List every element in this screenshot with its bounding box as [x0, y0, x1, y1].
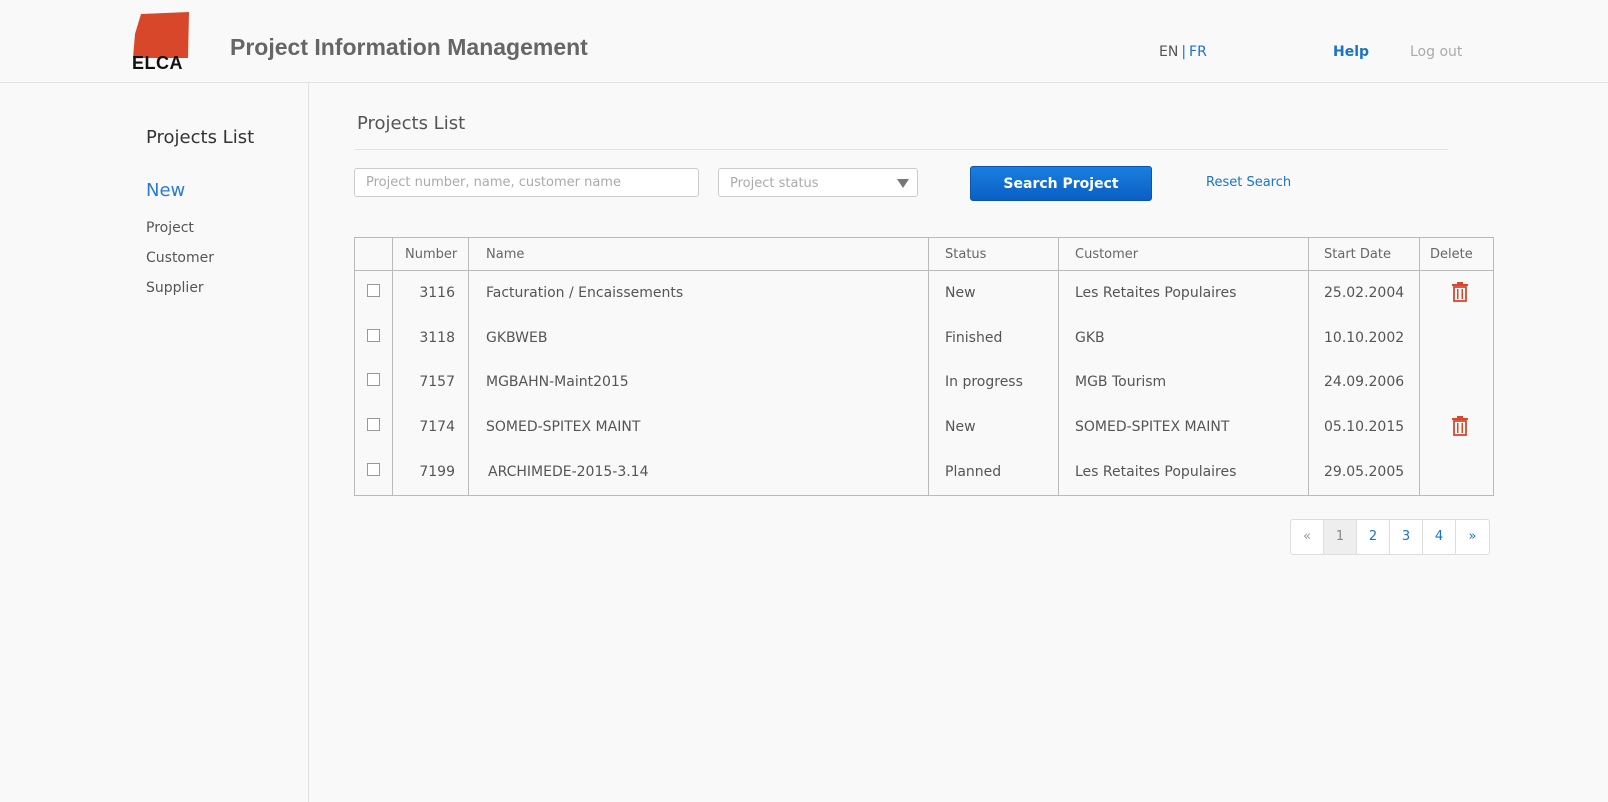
row-checkbox[interactable]: [367, 418, 380, 431]
pagination-prev[interactable]: «: [1291, 520, 1324, 554]
pagination-page[interactable]: 4: [1423, 520, 1456, 554]
logout-link[interactable]: Log out: [1410, 44, 1462, 60]
page-title: Projects List: [357, 113, 466, 134]
row-checkbox[interactable]: [367, 284, 380, 297]
lang-fr-link[interactable]: FR: [1189, 44, 1207, 60]
project-customer: Les Retaites Populaires: [1075, 285, 1237, 301]
project-customer: Les Retaites Populaires: [1075, 464, 1237, 480]
column-header-start-date[interactable]: Start Date: [1324, 247, 1391, 262]
pagination-next[interactable]: »: [1456, 520, 1489, 554]
sidebar-title[interactable]: Projects List: [146, 127, 254, 148]
logo-mark-icon: [133, 12, 189, 58]
project-number: 3116: [419, 285, 455, 301]
project-status: Planned: [945, 464, 1002, 480]
project-number: 7174: [419, 419, 455, 435]
project-start-date: 24.09.2006: [1324, 374, 1405, 390]
project-start-date: 10.10.2002: [1324, 330, 1405, 346]
chevron-down-icon: [897, 179, 909, 188]
project-start-date: 25.02.2004: [1324, 285, 1405, 301]
projects-table: Number Name Status Customer Start Date D…: [354, 237, 1494, 496]
table-row: 7199 ARCHIMEDE-2015-3.14 Planned Les Ret…: [355, 452, 1493, 496]
reset-search-link[interactable]: Reset Search: [1206, 175, 1291, 190]
project-name[interactable]: MGBAHN-Maint2015: [486, 374, 629, 390]
sidebar-item-project[interactable]: Project: [146, 220, 194, 236]
project-name[interactable]: Facturation / Encaissements: [486, 285, 683, 301]
search-input[interactable]: [354, 168, 699, 197]
pagination-page[interactable]: 1: [1324, 520, 1357, 554]
project-status: In progress: [945, 374, 1023, 390]
table-row: 3118 GKBWEB Finished GKB 10.10.2002: [355, 318, 1493, 362]
pagination-page[interactable]: 2: [1357, 520, 1390, 554]
project-number: 7199: [419, 464, 455, 480]
column-header-status[interactable]: Status: [945, 247, 986, 262]
project-start-date: 05.10.2015: [1324, 419, 1405, 435]
sidebar: Projects List New Project Customer Suppl…: [0, 83, 309, 802]
project-start-date: 29.05.2005: [1324, 464, 1405, 480]
sidebar-item-customer[interactable]: Customer: [146, 250, 214, 266]
column-header-customer[interactable]: Customer: [1075, 247, 1138, 262]
project-customer: GKB: [1075, 330, 1105, 346]
project-customer: SOMED-SPITEX MAINT: [1075, 419, 1230, 435]
row-checkbox[interactable]: [367, 463, 380, 476]
project-customer: MGB Tourism: [1075, 374, 1167, 390]
table-row: 7174 SOMED-SPITEX MAINT New SOMED-SPITEX…: [355, 407, 1493, 451]
column-header-name[interactable]: Name: [486, 247, 524, 262]
sidebar-item-supplier[interactable]: Supplier: [146, 280, 204, 296]
sidebar-item-new[interactable]: New: [146, 180, 185, 201]
project-status: Finished: [945, 330, 1003, 346]
trash-icon[interactable]: [1452, 416, 1468, 436]
trash-icon[interactable]: [1452, 282, 1468, 302]
project-number: 3118: [419, 330, 455, 346]
lang-separator: |: [1181, 44, 1187, 60]
elca-logo[interactable]: ELCA: [131, 12, 191, 73]
language-switcher: EN | FR: [1159, 44, 1207, 60]
table-row: 3116 Facturation / Encaissements New Les…: [355, 273, 1493, 317]
project-name[interactable]: GKBWEB: [486, 330, 547, 346]
app-header: ELCA Project Information Management EN | F…: [0, 0, 1608, 83]
project-status: New: [945, 285, 976, 301]
table-header: Number Name Status Customer Start Date D…: [355, 238, 1493, 271]
project-name[interactable]: ARCHIMEDE-2015-3.14: [488, 464, 649, 480]
project-name[interactable]: SOMED-SPITEX MAINT: [486, 419, 640, 435]
app-title: Project Information Management: [230, 34, 588, 60]
table-row: 7157 MGBAHN-Maint2015 In progress MGB To…: [355, 362, 1493, 406]
lang-en-link[interactable]: EN: [1159, 44, 1178, 60]
project-status-placeholder: Project status: [730, 176, 819, 191]
help-link[interactable]: Help: [1333, 44, 1369, 60]
column-header-number[interactable]: Number: [405, 247, 457, 262]
project-status-select[interactable]: Project status: [718, 168, 918, 197]
pagination: « 1 2 3 4 »: [1290, 519, 1490, 555]
logo-text: ELCA: [132, 53, 183, 73]
project-status: New: [945, 419, 976, 435]
row-checkbox[interactable]: [367, 373, 380, 386]
row-checkbox[interactable]: [367, 329, 380, 342]
title-divider: [355, 149, 1448, 150]
search-project-button[interactable]: Search Project: [970, 166, 1152, 201]
column-header-delete: Delete: [1430, 247, 1473, 262]
project-number: 7157: [419, 374, 455, 390]
pagination-page[interactable]: 3: [1390, 520, 1423, 554]
